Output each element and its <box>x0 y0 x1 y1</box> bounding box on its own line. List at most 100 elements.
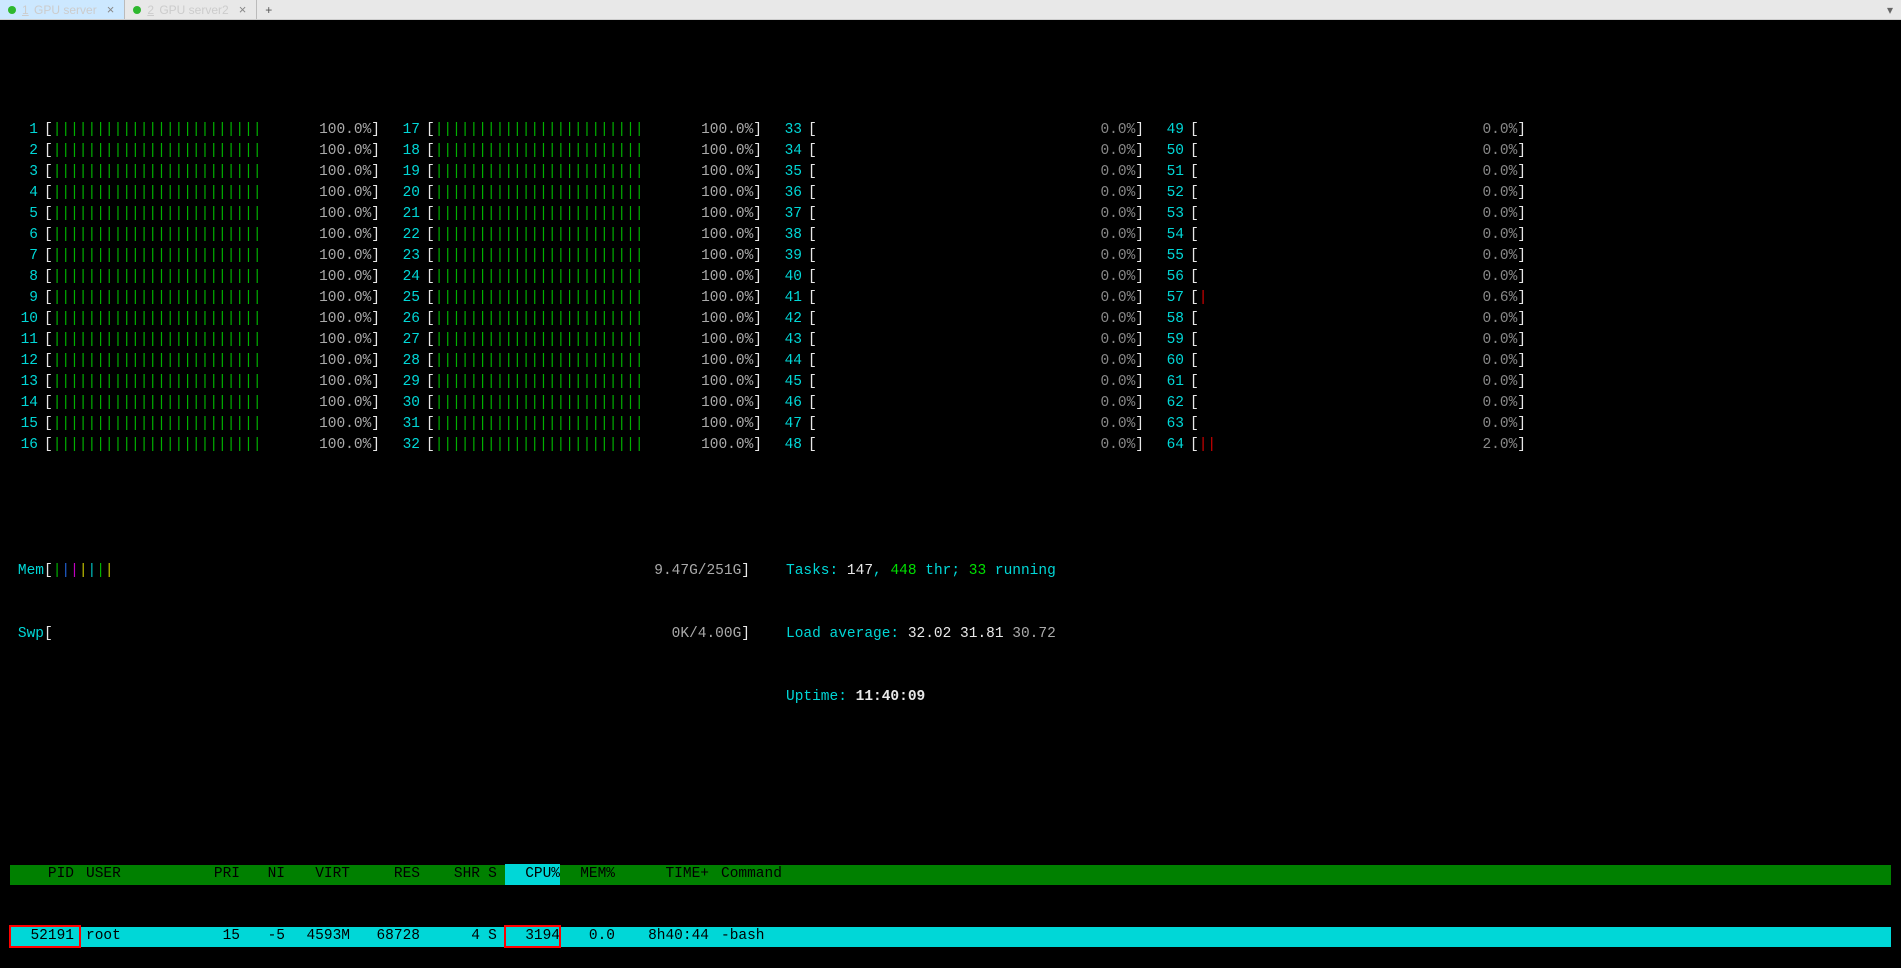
cpu-bar: | <box>1199 288 1208 309</box>
cpu-pct: 100.0% <box>319 225 371 246</box>
cpu-number: 42 <box>774 309 808 330</box>
col-cpu[interactable]: CPU% <box>505 864 560 885</box>
cpu-bar: |||||||||||||||||||||||| <box>435 414 644 435</box>
cpu-number: 5 <box>10 204 44 225</box>
cpu-number: 60 <box>1156 351 1190 372</box>
tab-bar: 1 GPU server × 2 GPU server2 × + ▾ <box>0 0 1901 20</box>
cpu-number: 48 <box>774 435 808 456</box>
htop-terminal[interactable]: 1[||||||||||||||||||||||||100.0%]2[|||||… <box>0 20 1901 968</box>
cpu-pct: 0.0% <box>1100 246 1135 267</box>
cpu-meter-20: 20[||||||||||||||||||||||||100.0%] <box>392 183 762 204</box>
cpu-number: 9 <box>10 288 44 309</box>
cpu-number: 52 <box>1156 183 1190 204</box>
cpu-pct: 100.0% <box>319 267 371 288</box>
col-user[interactable]: USER <box>80 864 180 885</box>
col-mem[interactable]: MEM% <box>560 864 615 885</box>
cpu-bar: |||||||||||||||||||||||| <box>53 330 262 351</box>
cpu-meter-36: 36[0.0%] <box>774 183 1144 204</box>
col-ni[interactable]: NI <box>240 864 285 885</box>
cpu-pct: 0.0% <box>1482 120 1517 141</box>
cpu-pct: 0.0% <box>1100 351 1135 372</box>
cpu-meter-22: 22[||||||||||||||||||||||||100.0%] <box>392 225 762 246</box>
tab-number: 2 <box>147 3 154 17</box>
cpu-number: 37 <box>774 204 808 225</box>
cpu-pct: 100.0% <box>701 120 753 141</box>
col-shr[interactable]: SHR <box>420 864 480 885</box>
cpu-pct: 0.0% <box>1100 435 1135 456</box>
cpu-pct: 0.0% <box>1100 372 1135 393</box>
cpu-pct: 100.0% <box>319 162 371 183</box>
cpu-pct: 100.0% <box>701 267 753 288</box>
close-icon[interactable]: × <box>107 2 115 17</box>
cpu-meter-38: 38[0.0%] <box>774 225 1144 246</box>
cpu-pct: 100.0% <box>319 330 371 351</box>
cpu-pct: 100.0% <box>319 246 371 267</box>
cpu-meter-63: 63[0.0%] <box>1156 414 1526 435</box>
tab-gpu-server[interactable]: 1 GPU server × <box>0 0 125 19</box>
cpu-bar: |||||||||||||||||||||||| <box>435 120 644 141</box>
cpu-meter-9: 9[||||||||||||||||||||||||100.0%] <box>10 288 380 309</box>
new-tab-button[interactable]: + <box>257 3 280 17</box>
cpu-number: 57 <box>1156 288 1190 309</box>
cpu-bar: |||||||||||||||||||||||| <box>435 246 644 267</box>
cpu-number: 19 <box>392 162 426 183</box>
cpu-number: 16 <box>10 435 44 456</box>
window-controls: ▾ <box>1887 3 1901 17</box>
cpu-number: 61 <box>1156 372 1190 393</box>
col-time[interactable]: TIME+ <box>615 864 715 885</box>
cpu-number: 1 <box>10 120 44 141</box>
cpu-pct: 0.0% <box>1482 141 1517 162</box>
cpu-bar: |||||||||||||||||||||||| <box>435 330 644 351</box>
tab-gpu-server2[interactable]: 2 GPU server2 × <box>125 0 257 19</box>
cpu-pct: 0.0% <box>1482 225 1517 246</box>
cpu-number: 13 <box>10 372 44 393</box>
cpu-meter-14: 14[||||||||||||||||||||||||100.0%] <box>10 393 380 414</box>
tab-label: GPU server <box>34 3 97 17</box>
col-virt[interactable]: VIRT <box>285 864 350 885</box>
cpu-bar: |||||||||||||||||||||||| <box>53 183 262 204</box>
cpu-bar: |||||||||||||||||||||||| <box>435 288 644 309</box>
cpu-number: 26 <box>392 309 426 330</box>
cpu-number: 40 <box>774 267 808 288</box>
cpu-number: 29 <box>392 372 426 393</box>
cpu-meter-25: 25[||||||||||||||||||||||||100.0%] <box>392 288 762 309</box>
system-info: Mem[|||||||9.47G/251G] Swp[0K/4.00G] Tas… <box>10 519 1891 750</box>
cpu-meter-13: 13[||||||||||||||||||||||||100.0%] <box>10 372 380 393</box>
cpu-number: 45 <box>774 372 808 393</box>
cpu-number: 7 <box>10 246 44 267</box>
window-menu-icon[interactable]: ▾ <box>1887 3 1893 17</box>
cpu-pct: 0.0% <box>1100 183 1135 204</box>
cell-virt: 4593M <box>285 926 350 947</box>
cpu-pct: 100.0% <box>319 141 371 162</box>
cpu-meter-1: 1[||||||||||||||||||||||||100.0%] <box>10 120 380 141</box>
cpu-number: 8 <box>10 267 44 288</box>
cpu-pct: 0.0% <box>1482 330 1517 351</box>
cpu-meter-6: 6[||||||||||||||||||||||||100.0%] <box>10 225 380 246</box>
cpu-meter-49: 49[0.0%] <box>1156 120 1526 141</box>
cpu-pct: 0.0% <box>1482 372 1517 393</box>
cpu-number: 17 <box>392 120 426 141</box>
cpu-number: 47 <box>774 414 808 435</box>
process-row[interactable]: 52191 root 15 -5 4593M 68728 4 S 3194 0.… <box>10 927 1891 947</box>
cpu-meter-41: 41[0.0%] <box>774 288 1144 309</box>
col-cmd[interactable]: Command <box>715 864 1891 885</box>
cpu-number: 14 <box>10 393 44 414</box>
cpu-meter-21: 21[||||||||||||||||||||||||100.0%] <box>392 204 762 225</box>
cpu-bar: |||||||||||||||||||||||| <box>435 225 644 246</box>
process-header[interactable]: PID USER PRI NI VIRT RES SHR S CPU% MEM%… <box>10 865 1891 885</box>
cpu-bar: |||||||||||||||||||||||| <box>435 372 644 393</box>
close-icon[interactable]: × <box>239 2 247 17</box>
cpu-meter-3: 3[||||||||||||||||||||||||100.0%] <box>10 162 380 183</box>
cpu-number: 63 <box>1156 414 1190 435</box>
cpu-bar: |||||||||||||||||||||||| <box>435 351 644 372</box>
cpu-bar: |||||||||||||||||||||||| <box>53 435 262 456</box>
mem-meter: Mem[|||||||9.47G/251G] <box>10 561 750 582</box>
status-dot-icon <box>133 6 141 14</box>
col-pri[interactable]: PRI <box>180 864 240 885</box>
col-pid[interactable]: PID <box>10 864 80 885</box>
cell-res: 68728 <box>350 926 420 947</box>
cpu-number: 41 <box>774 288 808 309</box>
cpu-pct: 100.0% <box>701 288 753 309</box>
col-s[interactable]: S <box>480 864 505 885</box>
col-res[interactable]: RES <box>350 864 420 885</box>
